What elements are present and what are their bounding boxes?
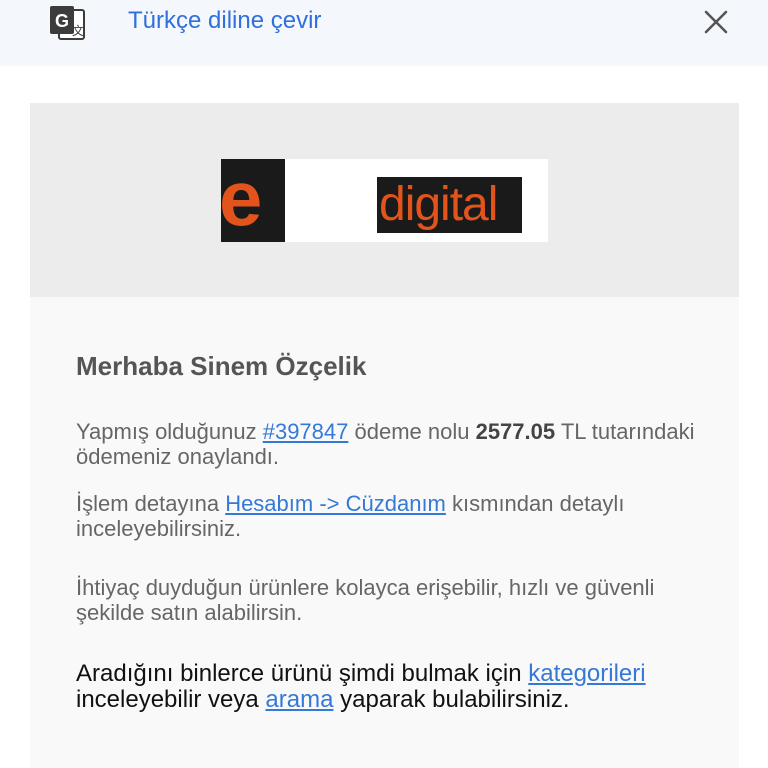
- email-header-band: e digital: [30, 103, 739, 297]
- logo-digital-word: digital: [379, 178, 498, 231]
- greeting-heading: Merhaba Sinem Özçelik: [76, 351, 367, 381]
- logo-e-block: e: [221, 159, 285, 242]
- wallet-link[interactable]: Hesabım -> Cüzdanım: [225, 491, 446, 516]
- logo-digital-block: digital: [377, 177, 522, 233]
- info-paragraph: İhtiyaç duyduğun ürünlere kolayca erişeb…: [76, 575, 655, 625]
- translate-bar: G 文 Türkçe diline çevir: [0, 0, 768, 66]
- browse-paragraph: Aradığını binlerce ürünü şimdi bulmak iç…: [76, 660, 646, 713]
- order-number-link[interactable]: #397847: [263, 419, 349, 444]
- brand-logo[interactable]: e digital: [221, 159, 548, 242]
- email-body: e digital Merhaba Sinem Özçelik Yapmış o…: [30, 103, 739, 768]
- categories-link[interactable]: kategorileri: [528, 660, 645, 687]
- svg-text:文: 文: [72, 23, 84, 38]
- transaction-detail-text: İşlem detayına Hesabım -> Cüzdanım kısmı…: [76, 491, 625, 541]
- translate-to-turkish-link[interactable]: Türkçe diline çevir: [128, 6, 321, 36]
- logo-e-letter: e: [221, 159, 262, 242]
- google-translate-icon[interactable]: G 文: [48, 4, 86, 42]
- close-icon[interactable]: [700, 6, 732, 38]
- payment-amount: 2577.05: [475, 419, 556, 444]
- payment-confirmation-text: Yapmış olduğunuz #397847 ödeme nolu 2577…: [76, 419, 695, 469]
- svg-text:G: G: [55, 11, 69, 31]
- search-link[interactable]: arama: [265, 686, 333, 713]
